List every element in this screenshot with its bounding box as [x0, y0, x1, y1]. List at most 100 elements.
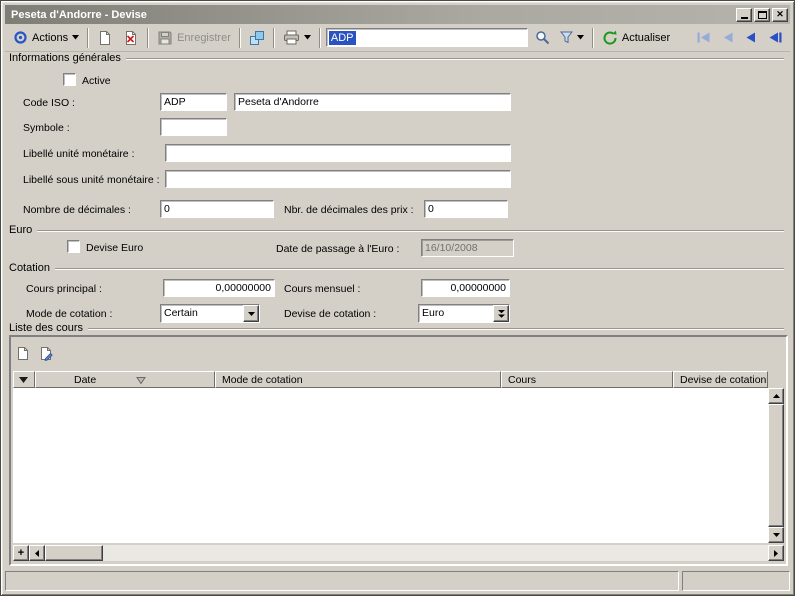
scroll-down-button[interactable] — [768, 527, 784, 543]
refresh-label: Actualiser — [622, 32, 670, 44]
column-header-mode-de-cotation[interactable]: Mode de cotation — [215, 371, 501, 388]
next-record-button[interactable] — [739, 27, 763, 49]
cours-mensuel-label: Cours mensuel : — [284, 283, 360, 295]
toolbar-separator — [239, 28, 241, 48]
devise-cotation-dropdown-icon[interactable] — [493, 305, 509, 322]
selector-arrow-icon — [19, 377, 28, 383]
titlebar: Peseta d'Andorre - Devise ✕ — [5, 5, 790, 24]
section-euro: Euro — [9, 224, 784, 236]
section-title-cotation: Cotation — [9, 262, 50, 274]
close-button[interactable]: ✕ — [772, 8, 788, 22]
libelle-sous-unite-label: Libellé sous unité monétaire : — [23, 174, 160, 186]
column-header-cours[interactable]: Cours — [501, 371, 673, 388]
chevron-down-icon — [72, 35, 79, 40]
arrow-up-icon — [773, 394, 780, 398]
cours-principal-label: Cours principal : — [26, 283, 102, 295]
column-header-date[interactable]: Date — [35, 371, 215, 388]
mode-cotation-select[interactable]: Certain — [160, 304, 260, 323]
date-passage-input — [421, 239, 514, 257]
section-title-euro: Euro — [9, 224, 32, 236]
column-label-cours: Cours — [508, 374, 536, 386]
symbole-label: Symbole : — [23, 122, 70, 134]
scroll-left-button[interactable] — [29, 545, 45, 561]
refresh-button[interactable]: Actualiser — [597, 26, 675, 49]
main-toolbar: Actions Enregistrer ADP — [5, 24, 790, 52]
mode-cotation-dropdown-icon[interactable] — [243, 305, 259, 322]
search-value: ADP — [329, 31, 356, 45]
save-button[interactable]: Enregistrer — [152, 26, 236, 49]
next-record-icon — [746, 32, 757, 43]
layers-icon — [249, 30, 265, 46]
previous-record-button[interactable] — [715, 27, 739, 49]
arrow-down-icon — [773, 533, 780, 537]
cours-principal-input[interactable] — [163, 279, 275, 297]
record-navigation — [691, 27, 787, 49]
sort-icon[interactable] — [136, 376, 146, 385]
liste-des-cours-panel: Date Mode de cotation Cours Devise de co… — [9, 335, 788, 566]
status-panel-main — [5, 571, 679, 591]
devise-euro-label: Devise Euro — [86, 242, 143, 254]
row-selector-header[interactable] — [13, 371, 35, 388]
section-divider — [88, 328, 784, 330]
actions-button[interactable]: Actions — [8, 26, 84, 49]
toolbar-separator — [147, 28, 149, 48]
nb-decimales-input[interactable] — [160, 200, 274, 218]
first-record-icon — [697, 32, 710, 43]
date-passage-label: Date de passage à l'Euro : — [276, 243, 399, 255]
search-button[interactable] — [530, 26, 555, 49]
horizontal-scroll-track[interactable] — [103, 545, 768, 561]
new-document-icon — [97, 30, 113, 46]
devise-cotation-select[interactable]: Euro — [418, 304, 510, 323]
new-button[interactable] — [92, 26, 118, 49]
funnel-icon — [560, 31, 573, 44]
active-checkbox[interactable] — [63, 73, 76, 86]
edit-document-icon — [39, 346, 54, 361]
cours-grid: Date Mode de cotation Cours Devise de co… — [13, 371, 784, 543]
arrow-left-icon — [35, 550, 39, 557]
vertical-scroll-thumb[interactable] — [768, 404, 784, 527]
duplicate-button[interactable] — [244, 26, 270, 49]
search-input[interactable]: ADP — [326, 28, 528, 47]
libelle-unite-input[interactable] — [165, 144, 511, 162]
maximize-icon — [758, 11, 767, 19]
devise-euro-checkbox[interactable] — [67, 240, 80, 253]
horizontal-scroll-thumb[interactable] — [45, 545, 103, 561]
add-row-button[interactable]: + — [13, 545, 29, 561]
symbole-input[interactable] — [160, 118, 227, 136]
column-header-devise-de-cotation[interactable]: Devise de cotation — [673, 371, 768, 388]
maximize-button[interactable] — [754, 8, 770, 22]
edit-cours-button[interactable] — [36, 343, 56, 363]
scroll-right-button[interactable] — [768, 545, 784, 561]
horizontal-scrollbar: + — [13, 545, 784, 561]
section-title-informations-generales: Informations générales — [9, 52, 121, 64]
toolbar-separator — [273, 28, 275, 48]
nb-decimales-label: Nombre de décimales : — [23, 204, 131, 216]
cours-mensuel-input[interactable] — [421, 279, 510, 297]
cours-toolbar — [13, 343, 56, 363]
scroll-up-button[interactable] — [768, 388, 784, 404]
form-area: Informations générales Active Code ISO :… — [5, 52, 790, 569]
code-iso-input[interactable] — [160, 93, 227, 111]
currency-name-input[interactable] — [234, 93, 511, 111]
vertical-scrollbar[interactable] — [768, 388, 784, 543]
first-record-button[interactable] — [691, 27, 715, 49]
mode-cotation-value: Certain — [161, 305, 243, 322]
add-cours-button[interactable] — [13, 343, 33, 363]
status-panel-right — [682, 571, 790, 591]
last-record-button[interactable] — [763, 27, 787, 49]
libelle-sous-unite-input[interactable] — [165, 170, 511, 188]
new-document-icon — [16, 346, 31, 361]
grid-body-empty[interactable] — [13, 388, 768, 543]
window-title: Peseta d'Andorre - Devise — [11, 9, 734, 21]
refresh-icon — [602, 30, 618, 46]
application-window: Peseta d'Andorre - Devise ✕ Actions Enre… — [0, 0, 795, 596]
delete-icon — [123, 30, 139, 46]
close-icon: ✕ — [776, 10, 784, 19]
save-icon — [157, 30, 173, 46]
filter-button[interactable] — [555, 26, 589, 49]
delete-button[interactable] — [118, 26, 144, 49]
section-liste-des-cours: Liste des cours — [9, 322, 784, 334]
print-button[interactable] — [278, 26, 316, 49]
minimize-button[interactable] — [736, 8, 752, 22]
nb-decimales-prix-input[interactable] — [424, 200, 508, 218]
